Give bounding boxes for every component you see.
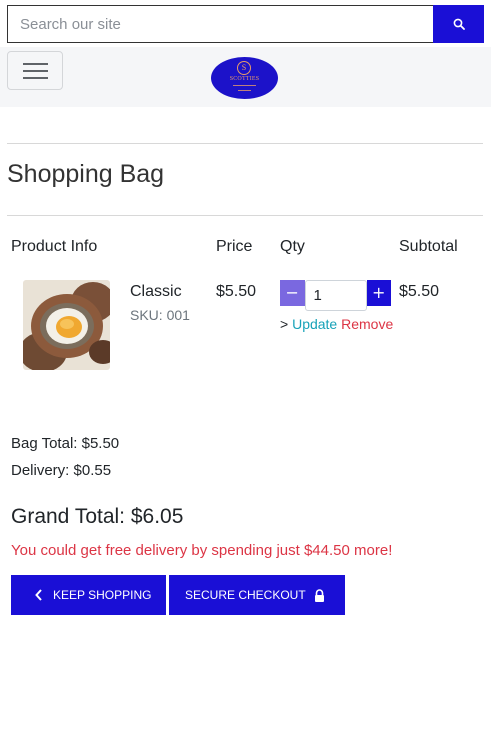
caret-icon: >	[280, 316, 289, 332]
qty-decrement-button[interactable]: −	[280, 280, 305, 306]
secure-checkout-label: Secure Checkout	[185, 588, 306, 602]
product-name: Classic	[130, 283, 182, 300]
keep-shopping-button[interactable]: Keep Shopping	[11, 575, 166, 615]
product-price: $5.50	[216, 283, 257, 300]
search-input[interactable]	[7, 5, 433, 43]
column-header-product-info: Product Info	[11, 238, 98, 255]
page-title: Shopping Bag	[7, 160, 165, 188]
keep-shopping-label: Keep Shopping	[53, 588, 152, 602]
product-subtotal: $5.50	[399, 283, 440, 300]
grand-total: Grand Total: $6.05	[11, 505, 184, 528]
update-link[interactable]: Update	[292, 316, 337, 332]
column-header-subtotal: Subtotal	[399, 238, 458, 255]
search-bar	[7, 5, 484, 43]
free-delivery-message: You could get free delivery by spending …	[11, 542, 393, 559]
product-sku: SKU: 001	[130, 307, 190, 323]
column-header-price: Price	[216, 238, 253, 255]
qty-actions: > Update Remove	[280, 316, 393, 332]
chevron-left-icon	[35, 589, 42, 601]
site-logo[interactable]: S SCOTTIES	[211, 57, 278, 99]
qty-input[interactable]	[304, 280, 367, 311]
column-header-qty: Qty	[280, 238, 305, 255]
navbar-toggler[interactable]	[7, 51, 63, 90]
divider	[7, 215, 483, 216]
search-icon	[453, 18, 465, 30]
search-button[interactable]	[433, 5, 484, 43]
divider	[7, 143, 483, 144]
quantity-stepper: − +	[280, 280, 391, 311]
product-image	[23, 280, 110, 370]
lock-icon	[314, 588, 324, 602]
secure-checkout-button[interactable]: Secure Checkout	[169, 575, 345, 615]
navbar: S SCOTTIES	[0, 47, 491, 107]
hamburger-icon	[23, 63, 48, 65]
delivery-cost: Delivery: $0.55	[11, 462, 112, 479]
logo-monogram: S	[237, 61, 251, 75]
remove-link[interactable]: Remove	[341, 316, 393, 332]
qty-increment-button[interactable]: +	[366, 280, 391, 306]
logo-name: SCOTTIES	[229, 76, 260, 82]
bag-total: Bag Total: $5.50	[11, 435, 120, 452]
